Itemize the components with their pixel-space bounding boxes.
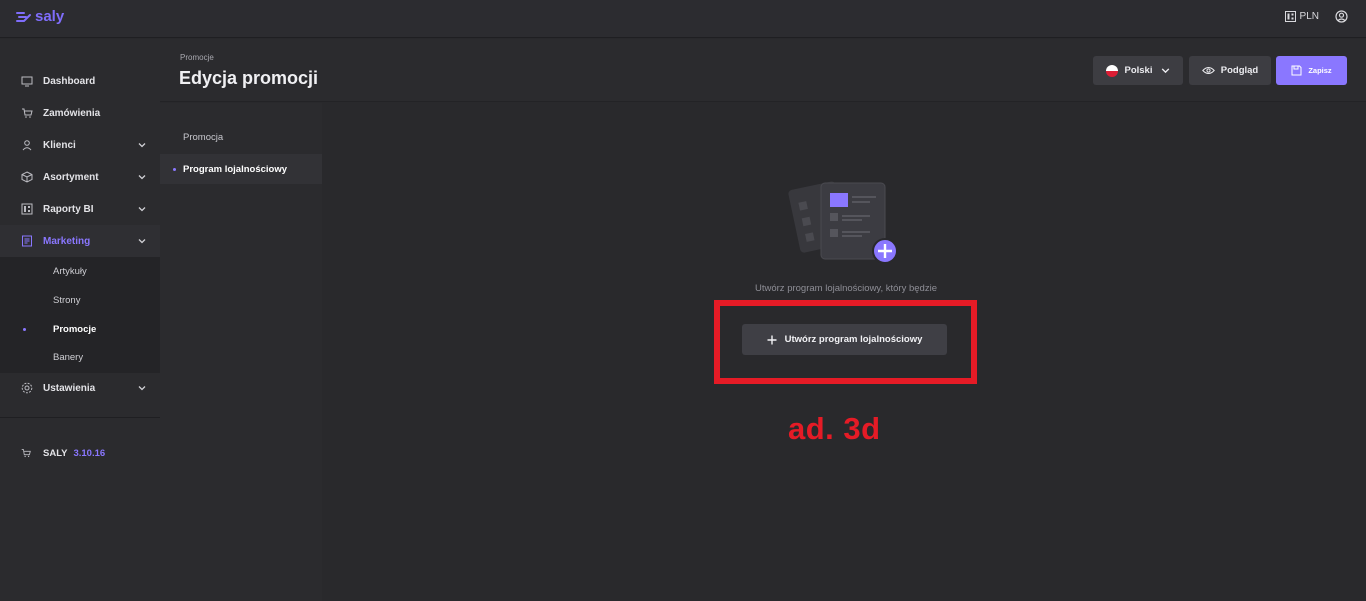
sidebar-item-settings[interactable]: Ustawienia — [0, 372, 160, 404]
preview-label: Podgląd — [1220, 65, 1259, 76]
sidebar-item-label: Marketing — [43, 235, 91, 247]
sidebar-item-label: Ustawienia — [43, 382, 96, 394]
submenu-item-pages[interactable]: Strony — [0, 286, 160, 314]
chevron-down-icon — [138, 207, 146, 212]
top-right-controls: PLN — [1284, 10, 1348, 23]
active-dot — [23, 327, 26, 331]
submenu-item-label: Banery — [53, 351, 84, 363]
currency-label: PLN — [1299, 11, 1319, 22]
chevron-down-icon — [138, 386, 146, 391]
sidebar-divider — [0, 417, 160, 418]
sidebar-item-label: Asortyment — [43, 171, 99, 183]
logo-text: saly — [35, 8, 65, 25]
sidebar-item-dashboard[interactable]: Dashboard — [0, 65, 160, 97]
save-label: Zapisz — [1308, 66, 1332, 75]
saly-logo[interactable]: saly — [16, 8, 64, 25]
page-header: Promocje Edycja promocji Polski Podgląd … — [160, 39, 1366, 102]
currency-icon — [1284, 11, 1296, 22]
box-icon — [20, 170, 34, 184]
eye-icon — [1201, 67, 1215, 74]
sidebar-item-label: Klienci — [43, 139, 76, 151]
save-button[interactable]: Zapisz — [1276, 56, 1347, 85]
cart-icon — [21, 449, 31, 458]
submenu-item-label: Strony — [53, 294, 81, 306]
language-select-button[interactable]: Polski — [1093, 56, 1183, 85]
submenu-item-promotions[interactable]: Promocje — [0, 315, 160, 343]
preview-button[interactable]: Podgląd — [1189, 56, 1271, 85]
empty-document-illustration — [788, 181, 898, 264]
breadcrumb[interactable]: Promocje — [180, 53, 214, 62]
sidebar-item-orders[interactable]: Zamówienia — [0, 97, 160, 129]
chevron-down-icon — [138, 175, 146, 180]
sidebar-item-label: Zamówienia — [43, 107, 101, 119]
marketing-icon — [20, 234, 34, 248]
sidebar: Dashboard Zamówienia Klienci Asortyment … — [0, 39, 160, 601]
report-icon — [20, 202, 34, 216]
promotion-tabs: Promocja Program lojalnościowy — [160, 103, 322, 601]
submenu-item-label: Artykuły — [53, 265, 87, 277]
sidebar-item-label: Dashboard — [43, 75, 96, 87]
tab-label: Program lojalnościowy — [183, 163, 287, 175]
chevron-down-icon — [138, 239, 146, 244]
submenu-item-label: Promocje — [53, 323, 97, 335]
sidebar-item-clients[interactable]: Klienci — [0, 129, 160, 161]
cart-icon — [20, 106, 34, 120]
language-label: Polski — [1124, 65, 1153, 76]
person-icon — [20, 138, 34, 152]
sidebar-item-assortment[interactable]: Asortyment — [0, 161, 160, 193]
top-bar: saly PLN — [0, 0, 1366, 38]
active-dot — [173, 167, 176, 171]
save-icon — [1291, 65, 1302, 76]
user-account-icon[interactable] — [1335, 10, 1348, 23]
logo-icon — [16, 11, 31, 22]
empty-state-text: Utwórz program lojalnościowy, który będz… — [755, 283, 937, 294]
chevron-down-icon — [138, 143, 146, 148]
tab-loyalty-program[interactable]: Program lojalnościowy — [160, 154, 322, 184]
submenu-item-banners[interactable]: Banery — [0, 343, 160, 371]
currency-selector[interactable]: PLN — [1284, 11, 1319, 22]
sidebar-item-label: Raporty BI — [43, 203, 94, 215]
monitor-icon — [20, 74, 34, 88]
content-area: Utwórz program lojalnościowy, który będz… — [322, 103, 1366, 601]
app-version: SALY 3.10.16 — [20, 447, 105, 459]
poland-flag-icon — [1105, 64, 1118, 77]
marketing-submenu: Artykuły Strony Promocje Banery — [0, 257, 160, 373]
tab-promotion[interactable]: Promocja — [160, 122, 322, 152]
app-name: SALY — [43, 447, 68, 459]
version-number: 3.10.16 — [73, 447, 106, 459]
chevron-down-icon — [1161, 68, 1169, 74]
submenu-item-articles[interactable]: Artykuły — [0, 257, 160, 285]
page-title: Edycja promocji — [179, 68, 319, 88]
tab-label: Promocja — [183, 131, 224, 143]
annotation-label: ad. 3d — [788, 411, 881, 446]
sidebar-item-reports-bi[interactable]: Raporty BI — [0, 193, 160, 225]
annotation-highlight-box — [714, 300, 977, 384]
sidebar-item-marketing[interactable]: Marketing — [0, 225, 160, 257]
gear-icon — [20, 381, 34, 395]
